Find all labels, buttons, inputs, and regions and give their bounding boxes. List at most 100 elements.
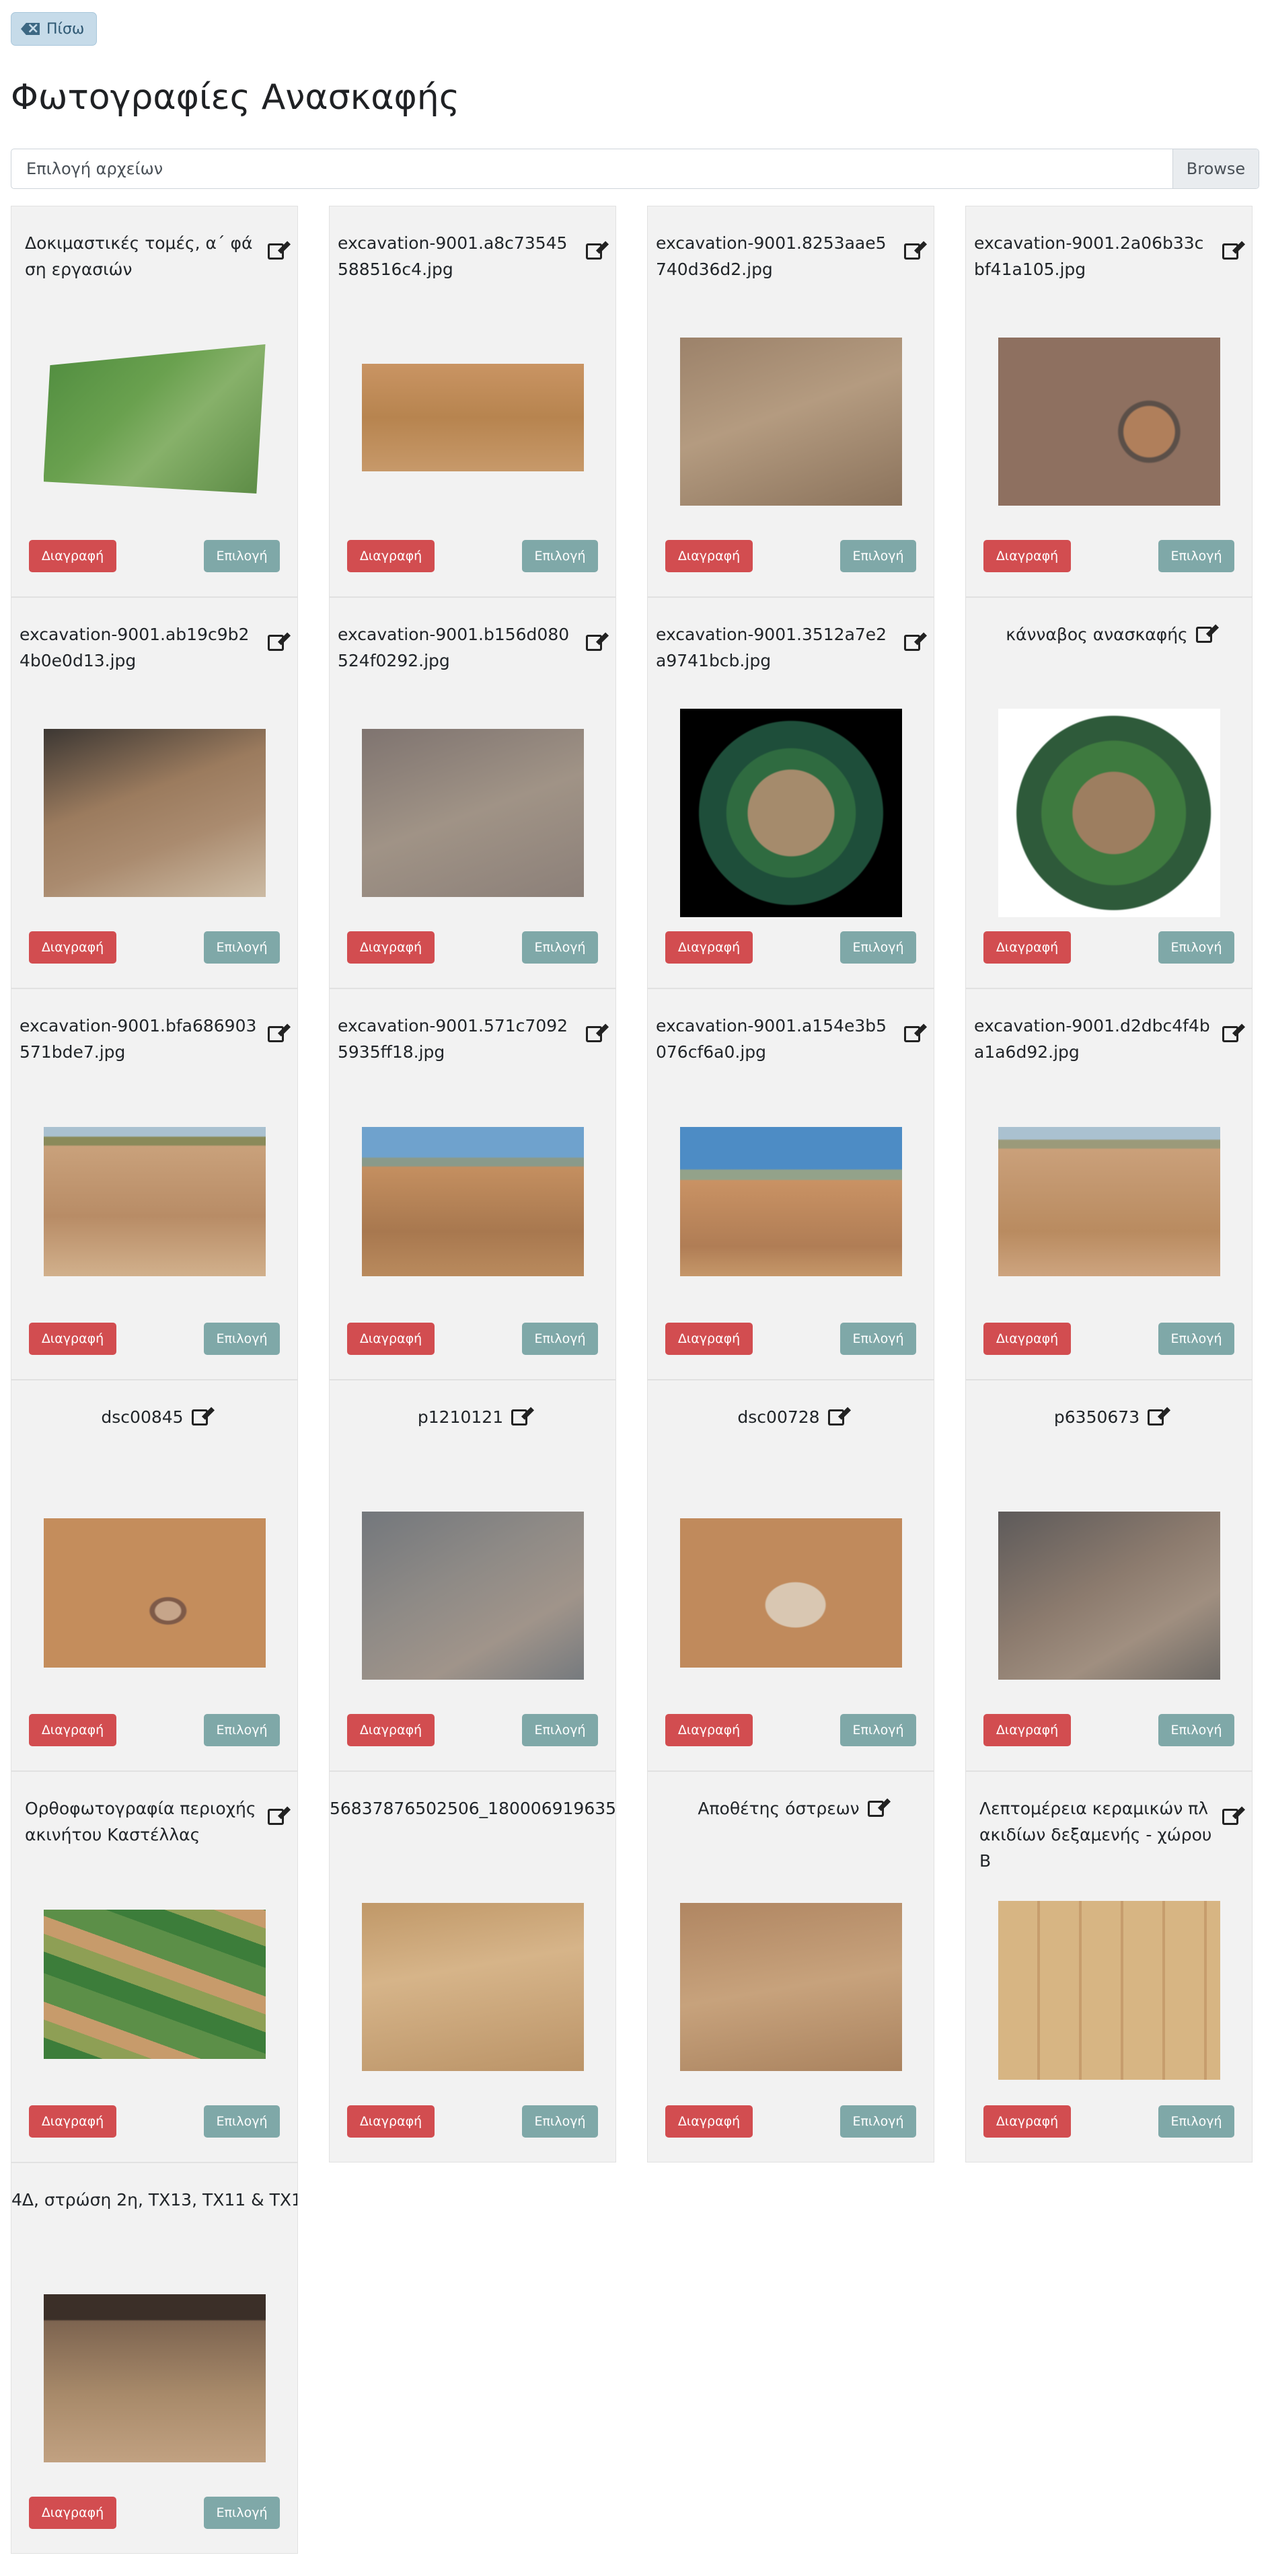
photo-title: κάνναβος ανασκαφής	[1006, 625, 1188, 644]
edit-icon[interactable]	[1222, 1809, 1238, 1825]
photo-title: excavation-9001.3512a7e2a9741bcb.jpg	[656, 625, 887, 670]
edit-icon[interactable]	[268, 635, 284, 651]
edit-icon[interactable]	[1222, 243, 1238, 260]
stone-wall-trench-photo	[43, 729, 266, 897]
photo-card: Λεπτομέρεια κεραμικών πλακιδίων δεξαμενή…	[965, 1771, 1253, 2162]
select-button[interactable]: Επιλογή	[522, 2105, 598, 2138]
photo-card: excavation-9001.ab19c9b24b0e0d13.jpg Διαγ…	[11, 597, 298, 988]
photo-card-header: excavation-9001.ab19c9b24b0e0d13.jpg	[11, 598, 297, 712]
photo-card: excavation-9001.571c70925935ff18.jpg Διαγ…	[329, 988, 616, 1380]
select-button[interactable]: Επιλογή	[204, 2105, 280, 2138]
select-button[interactable]: Επιλογή	[840, 931, 916, 964]
photo-card-header: excavation-9001.b156d080524f0292.jpg	[330, 598, 615, 712]
field-sky-photo	[679, 1127, 902, 1276]
delete-button[interactable]: Διαγραφή	[665, 931, 753, 964]
photo-card-header: Αποθέτης όστρεων	[648, 1772, 934, 1886]
delete-button[interactable]: Διαγραφή	[347, 540, 435, 572]
delete-button[interactable]: Διαγραφή	[29, 1323, 116, 1355]
file-upload-input[interactable]: Επιλογή αρχείων Browse	[11, 149, 1259, 189]
delete-button[interactable]: Διαγραφή	[347, 1323, 435, 1355]
photo-card: dsc00845 Διαγραφή Επιλογή	[11, 1380, 298, 1771]
select-button[interactable]: Επιλογή	[522, 1323, 598, 1355]
circular-pits-photo	[998, 338, 1220, 506]
select-button[interactable]: Επιλογή	[204, 1714, 280, 1746]
edit-icon[interactable]	[904, 635, 920, 651]
edit-icon[interactable]	[586, 635, 602, 651]
photo-card: p6350673 Διαγραφή Επιλογή	[965, 1380, 1253, 1771]
delete-button[interactable]: Διαγραφή	[29, 1714, 116, 1746]
back-button-label: Πίσω	[46, 20, 85, 38]
edit-icon[interactable]	[586, 243, 602, 260]
photo-card-header: Ορθοφωτογραφία περιοχής ακινήτου Καστέλλ…	[11, 1772, 297, 1886]
photo-card: excavation-9001.bfa686903571bde7.jpg Διαγ…	[11, 988, 298, 1380]
edit-icon[interactable]	[586, 1026, 602, 1042]
browse-button[interactable]: Browse	[1172, 149, 1259, 188]
select-button[interactable]: Επιλογή	[1158, 1714, 1234, 1746]
edit-icon[interactable]	[867, 1801, 884, 1817]
select-button[interactable]: Επιλογή	[840, 1714, 916, 1746]
edit-icon[interactable]	[1222, 1026, 1238, 1042]
edit-icon[interactable]	[1148, 1409, 1164, 1426]
select-button[interactable]: Επιλογή	[204, 2497, 280, 2529]
photo-card: excavation-9001.a154e3b5076cf6a0.jpg Διαγ…	[647, 988, 934, 1380]
select-button[interactable]: Επιλογή	[522, 540, 598, 572]
file-input-placeholder[interactable]: Επιλογή αρχείων	[11, 149, 1172, 188]
edit-icon[interactable]	[268, 1809, 284, 1825]
delete-button[interactable]: Διαγραφή	[665, 2105, 753, 2138]
delete-button[interactable]: Διαγραφή	[665, 1714, 753, 1746]
building-plan-photo	[998, 1512, 1220, 1680]
stone-foundations-photo	[43, 1127, 266, 1276]
photo-card: excavation-9001.8253aae5740d36d2.jpg Διαγ…	[647, 206, 934, 597]
select-button[interactable]: Επιλογή	[204, 540, 280, 572]
photo-card: excavation-9001.a8c73545588516c4.jpg Διαγ…	[329, 206, 616, 597]
edit-icon[interactable]	[268, 243, 284, 260]
grey-trench-photo	[361, 729, 584, 897]
photo-card-header: excavation-9001.3512a7e2a9741bcb.jpg	[648, 598, 934, 712]
photo-title: Αποθέτης όστρεων	[698, 1799, 860, 1818]
select-button[interactable]: Επιλογή	[1158, 2105, 1234, 2138]
delete-button[interactable]: Διαγραφή	[983, 540, 1071, 572]
photo-card-header: κάνναβος ανασκαφής	[966, 598, 1252, 712]
photo-title: excavation-9001.a8c73545588516c4.jpg	[338, 233, 568, 279]
select-button[interactable]: Επιλογή	[522, 931, 598, 964]
select-button[interactable]: Επιλογή	[840, 2105, 916, 2138]
delete-button[interactable]: Διαγραφή	[983, 1714, 1071, 1746]
photo-title: dsc00728	[737, 1407, 820, 1427]
delete-button[interactable]: Διαγραφή	[983, 1323, 1071, 1355]
edit-icon[interactable]	[268, 1026, 284, 1042]
delete-button[interactable]: Διαγραφή	[983, 2105, 1071, 2138]
delete-button[interactable]: Διαγραφή	[29, 931, 116, 964]
photo-card-header: excavation-9001.8253aae5740d36d2.jpg	[648, 206, 934, 321]
delete-button[interactable]: Διαγραφή	[29, 540, 116, 572]
aerial-site-view-photo	[43, 344, 266, 494]
page-title: Φωτογραφίες Ανασκαφής	[11, 77, 460, 118]
delete-button[interactable]: Διαγραφή	[665, 540, 753, 572]
edit-icon[interactable]	[904, 1026, 920, 1042]
back-button[interactable]: Πίσω	[11, 12, 98, 46]
edit-icon[interactable]	[511, 1409, 528, 1426]
delete-button[interactable]: Διαγραφή	[347, 931, 435, 964]
select-button[interactable]: Επιλογή	[1158, 540, 1234, 572]
photo-title: excavation-9001.ab19c9b24b0e0d13.jpg	[20, 625, 250, 670]
delete-button[interactable]: Διαγραφή	[29, 2105, 116, 2138]
delete-button[interactable]: Διαγραφή	[665, 1323, 753, 1355]
select-button[interactable]: Επιλογή	[204, 1323, 280, 1355]
select-button[interactable]: Επιλογή	[204, 931, 280, 964]
photo-card-header: excavation-9001.bfa686903571bde7.jpg	[11, 989, 297, 1103]
edit-icon[interactable]	[191, 1409, 208, 1426]
delete-button[interactable]: Διαγραφή	[347, 2105, 435, 2138]
edit-icon[interactable]	[904, 243, 920, 260]
select-button[interactable]: Επιλογή	[522, 1714, 598, 1746]
select-button[interactable]: Επιλογή	[1158, 931, 1234, 964]
stone-cross-walls-photo	[43, 2294, 266, 2462]
trench-soil-photo	[361, 364, 584, 471]
edit-icon[interactable]	[1195, 627, 1212, 643]
delete-button[interactable]: Διαγραφή	[347, 1714, 435, 1746]
select-button[interactable]: Επιλογή	[840, 540, 916, 572]
delete-button[interactable]: Διαγραφή	[983, 931, 1071, 964]
photo-card: dsc00728 Διαγραφή Επιλογή	[647, 1380, 934, 1771]
edit-icon[interactable]	[827, 1409, 844, 1426]
select-button[interactable]: Επιλογή	[840, 1323, 916, 1355]
delete-button[interactable]: Διαγραφή	[29, 2497, 116, 2529]
select-button[interactable]: Επιλογή	[1158, 1323, 1234, 1355]
